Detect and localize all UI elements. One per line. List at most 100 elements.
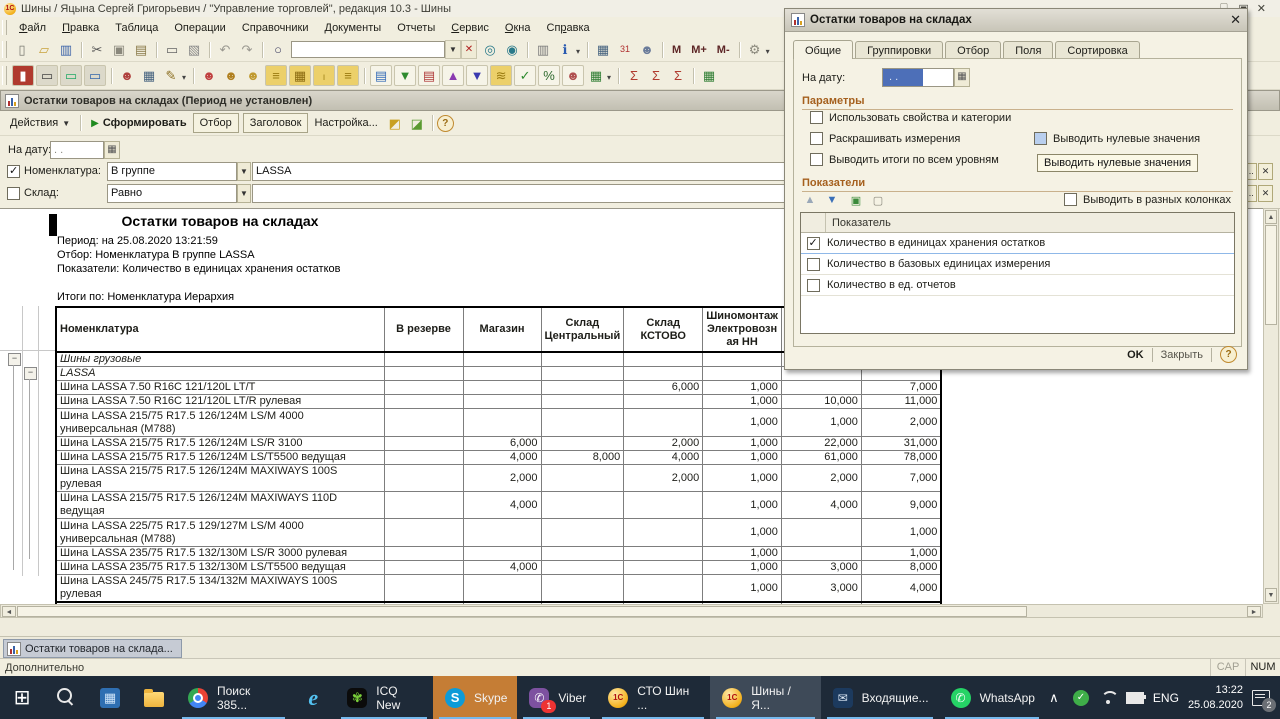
table-green-icon[interactable]: ▦: [586, 66, 606, 85]
column-header[interactable]: Склад КСТОВО: [624, 307, 703, 352]
report-table-icon[interactable]: ▦: [699, 66, 719, 85]
warehouse-condition-dropdown-icon[interactable]: ▼: [237, 184, 251, 203]
indicator-row[interactable]: Количество в базовых единицах измерения: [801, 254, 1234, 275]
dialog-help-icon[interactable]: ?: [1220, 346, 1237, 363]
customer-coins-2-icon[interactable]: ☻: [221, 66, 241, 85]
move-down-icon[interactable]: ▼: [824, 192, 840, 208]
tray-chevron-icon[interactable]: ∧: [1045, 689, 1063, 707]
pen-icon[interactable]: ✎: [161, 66, 181, 85]
copy-icon[interactable]: ▣: [109, 40, 129, 59]
dialog-tab-5[interactable]: Сортировка: [1055, 41, 1139, 59]
menu-reports[interactable]: Отчеты: [389, 20, 443, 36]
indicator-list[interactable]: Показатель Количество в единицах хранени…: [800, 212, 1235, 334]
calc-m-plus-button[interactable]: M+: [687, 40, 711, 59]
search-clear-icon[interactable]: ✕: [461, 40, 477, 59]
actions-button[interactable]: Действия▼: [4, 114, 76, 132]
taskbar-internet-explorer[interactable]: e: [291, 676, 335, 719]
find-icon[interactable]: ○: [268, 40, 288, 59]
dialog-date-input[interactable]: . .: [882, 68, 954, 87]
doc-up-icon[interactable]: ▲: [442, 65, 464, 86]
find-next-icon[interactable]: ◎: [480, 40, 500, 59]
find-prev-icon[interactable]: ◉: [502, 40, 522, 59]
warehouse-clear-button[interactable]: ✕: [1258, 185, 1273, 202]
collapse-group-level1[interactable]: −: [8, 353, 21, 366]
column-header[interactable]: Номенклатура: [56, 307, 384, 352]
move-up-icon[interactable]: ▲: [802, 192, 818, 208]
close-button[interactable]: Закрыть: [1161, 349, 1203, 361]
taskbar-file-explorer[interactable]: [132, 676, 176, 719]
undo-icon[interactable]: ↶: [215, 40, 235, 59]
filter-toggle-button[interactable]: Отбор: [193, 113, 239, 133]
taskbar-taskbar-search[interactable]: [44, 676, 88, 719]
taskbar-shiny-1c[interactable]: 1СШины / Я...: [710, 676, 820, 719]
date-calendar-button[interactable]: ▦: [104, 141, 120, 159]
nomenclature-condition-dropdown-icon[interactable]: ▼: [237, 162, 251, 181]
print-icon[interactable]: ▭: [162, 40, 182, 59]
search-input[interactable]: [291, 41, 445, 58]
dropdown-caret-icon[interactable]: ▾: [607, 73, 611, 82]
vertical-scrollbar[interactable]: ▲ ▼: [1263, 208, 1279, 604]
table-row[interactable]: Шина LASSA 215/75 R17.5 126/124M LS/T550…: [56, 451, 941, 465]
uncheck-all-icon[interactable]: ▢: [870, 192, 886, 208]
dialog-date-calendar-button[interactable]: ▦: [954, 68, 970, 87]
taskbar-icq[interactable]: ✾ICQ New: [335, 676, 433, 719]
coins-2-icon[interactable]: ≡: [337, 65, 359, 86]
column-header[interactable]: Шиномонтаж Электровозн ая НН: [703, 307, 782, 352]
copies-icon[interactable]: ▥: [533, 40, 553, 59]
param-checkbox[interactable]: [810, 111, 823, 124]
coins-1-icon[interactable]: ≡: [265, 65, 287, 86]
param-checkbox[interactable]: [810, 153, 823, 166]
generate-button[interactable]: ▶Сформировать: [85, 114, 193, 132]
separate-columns-checkbox[interactable]: [1064, 193, 1077, 206]
check-all-icon[interactable]: ▣: [848, 192, 864, 208]
window-tab-stock-report[interactable]: Остатки товаров на склада...: [3, 639, 182, 658]
dialog-tab-2[interactable]: Группировки: [855, 41, 943, 59]
taskbar-whatsapp[interactable]: ✆WhatsApp: [939, 676, 1045, 719]
menu-help[interactable]: Справка: [539, 20, 598, 36]
warehouse-filter-checkbox[interactable]: [7, 187, 20, 200]
address-book-icon[interactable]: ▮: [12, 65, 34, 86]
calc-m-minus-button[interactable]: M-: [713, 40, 734, 59]
menu-windows[interactable]: Окна: [497, 20, 539, 36]
table-row[interactable]: Шина LASSA 215/75 R17.5 126/124M MAXIWAY…: [56, 492, 941, 519]
ok-button[interactable]: OK: [1127, 349, 1144, 361]
collapse-group-level2[interactable]: −: [24, 367, 37, 380]
menu-documents[interactable]: Документы: [316, 20, 389, 36]
param-checkbox[interactable]: [810, 132, 823, 145]
nomenclature-filter-checkbox[interactable]: [7, 165, 20, 178]
menu-operations[interactable]: Операции: [166, 20, 233, 36]
doc-percent-icon[interactable]: %: [538, 65, 560, 86]
sum-person-3-icon[interactable]: Σ: [668, 66, 688, 85]
cash-register-icon[interactable]: ▦: [289, 65, 311, 86]
sum-person-1-icon[interactable]: Σ: [624, 66, 644, 85]
dialog-tab-4[interactable]: Поля: [1003, 41, 1053, 59]
print-preview-icon[interactable]: ▧: [184, 40, 204, 59]
taskbar-mail-inbox[interactable]: ✉Входящие...: [821, 676, 939, 719]
zero-values-checkbox[interactable]: [1034, 132, 1047, 145]
coins-3-icon[interactable]: ≋: [490, 65, 512, 86]
date-filter-input[interactable]: . .: [50, 141, 104, 159]
notification-center-icon[interactable]: 2: [1252, 689, 1270, 707]
save-icon[interactable]: ▥: [56, 40, 76, 59]
table-row[interactable]: Шина LASSA 225/75 R17.5 129/127M LS/M 40…: [56, 519, 941, 547]
table-row[interactable]: Шина LASSA 235/75 R17.5 132/130M LS/T550…: [56, 561, 941, 575]
doc-out-icon[interactable]: ▼: [394, 65, 416, 86]
people-icon[interactable]: ☻: [117, 66, 137, 85]
info-icon[interactable]: ℹ: [555, 40, 575, 59]
printer-3-icon[interactable]: ▭: [84, 65, 106, 86]
new-document-icon[interactable]: ▯: [12, 40, 32, 59]
user-lock-icon[interactable]: ☻: [637, 40, 657, 59]
help-icon[interactable]: ?: [437, 115, 454, 132]
indicator-checkbox[interactable]: [807, 237, 820, 250]
dropdown-caret-icon[interactable]: ▾: [766, 47, 770, 56]
dialog-close-icon[interactable]: ✕: [1230, 12, 1241, 28]
printer-2-icon[interactable]: ▭: [60, 65, 82, 86]
restore-settings-icon[interactable]: ◩: [385, 114, 405, 133]
indicator-row[interactable]: Количество в ед. отчетов: [801, 275, 1234, 296]
printer-1-icon[interactable]: ▭: [36, 65, 58, 86]
menu-edit[interactable]: Правка: [54, 20, 107, 36]
menu-file[interactable]: Файл: [11, 20, 54, 36]
coins-hook-icon[interactable]: ₗ: [313, 65, 335, 86]
column-header[interactable]: Склад Центральный: [541, 307, 624, 352]
taskbar-sto-shin-1c[interactable]: 1ССТО Шин ...: [596, 676, 710, 719]
